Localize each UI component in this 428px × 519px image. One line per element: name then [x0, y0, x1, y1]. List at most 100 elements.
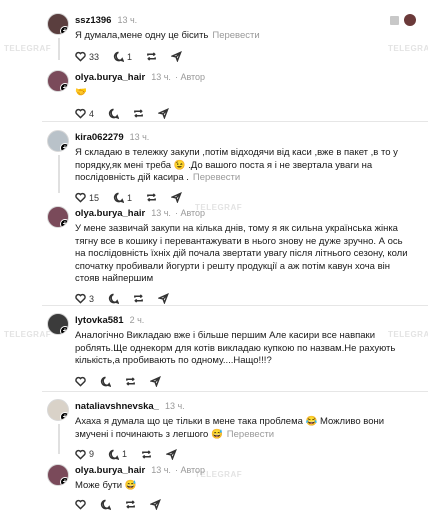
repost-button[interactable]: [133, 108, 144, 119]
reply-button[interactable]: [100, 499, 111, 510]
comment: nataliavshnevska_ 13 ч. Ахаха я думала щ…: [75, 398, 408, 460]
comment-actions: 4: [75, 108, 422, 120]
heart-icon: [75, 449, 86, 460]
like-button[interactable]: 4: [75, 108, 94, 119]
comment-actions: [75, 376, 412, 388]
share-button[interactable]: [158, 108, 169, 119]
timestamp: 13 ч.: [164, 401, 185, 411]
comment-actions: 15 1: [75, 192, 416, 204]
comment-icon: [100, 376, 111, 387]
avatar[interactable]: +: [47, 130, 69, 152]
comment: kira062279 13 ч. Я складаю в тележку зак…: [75, 129, 416, 204]
repost-button[interactable]: [125, 376, 136, 387]
repost-button[interactable]: [146, 192, 157, 203]
timestamp: 13 ч.: [117, 15, 138, 25]
repost-icon: [134, 294, 143, 303]
reply-button[interactable]: [108, 293, 120, 304]
comment-text: Я складаю в тележку закупи ,потім відход…: [75, 147, 398, 183]
like-button[interactable]: [75, 499, 86, 510]
comment-text: Ахаха я думала що це тільки в мене така …: [75, 416, 385, 440]
reply-button[interactable]: [108, 108, 120, 119]
timestamp: 2 ч.: [129, 315, 145, 325]
avatar[interactable]: +: [47, 13, 69, 35]
repost-icon: [126, 377, 135, 386]
comment-text: 🤝: [75, 87, 87, 98]
reply-button[interactable]: [100, 376, 111, 387]
share-button[interactable]: [171, 192, 182, 203]
avatar[interactable]: +: [47, 399, 69, 421]
thread-line: [58, 155, 60, 193]
reply-button[interactable]: 1: [108, 449, 127, 460]
like-button[interactable]: 15: [75, 192, 99, 203]
username[interactable]: nataliavshnevska_: [75, 401, 159, 412]
avatar[interactable]: +: [47, 464, 69, 486]
avatar[interactable]: +: [47, 313, 69, 335]
like-button[interactable]: 33: [75, 51, 99, 62]
share-button[interactable]: [150, 376, 161, 387]
comment-actions: [75, 499, 422, 511]
divider: [42, 305, 428, 306]
thread-line: [58, 38, 60, 60]
comment-icon: [108, 108, 120, 119]
comment: ssz1396 13 ч. Я думала,мене одну це біси…: [75, 12, 422, 63]
like-button[interactable]: 9: [75, 449, 94, 460]
repost-icon: [147, 193, 156, 202]
comment-icon: [108, 293, 120, 304]
share-button[interactable]: [166, 448, 177, 460]
username[interactable]: kira062279: [75, 132, 124, 143]
heart-icon: [75, 192, 86, 203]
like-button[interactable]: [75, 376, 86, 387]
like-button[interactable]: 3: [75, 293, 94, 304]
author-badge: · Автор: [174, 72, 206, 82]
comment-text: Може бути 😅: [75, 480, 137, 491]
username[interactable]: ssz1396: [75, 15, 111, 26]
share-button[interactable]: [171, 51, 182, 62]
comment-actions: 33 1: [75, 51, 422, 63]
heart-icon: [75, 293, 86, 304]
repost-button[interactable]: [133, 293, 144, 304]
username[interactable]: lytovka581: [75, 315, 124, 326]
share-button[interactable]: [150, 499, 161, 510]
author-badge: · Автор: [174, 208, 206, 218]
repost-button[interactable]: [141, 449, 152, 460]
divider: [42, 121, 428, 122]
heart-icon: [75, 108, 86, 119]
comment: lytovka581 2 ч. Аналогічно Викладаю вже …: [75, 312, 412, 388]
heart-icon: [75, 499, 86, 510]
send-icon: [150, 376, 161, 387]
comment-icon: [113, 192, 125, 203]
comment-icon: [100, 499, 111, 510]
comments-feed: + ssz1396 13 ч. Я думала,мене одну це бі…: [0, 0, 428, 519]
send-icon: [171, 192, 182, 203]
send-icon: [166, 448, 177, 460]
divider: [42, 391, 428, 392]
reply-button[interactable]: 1: [113, 51, 132, 62]
send-icon: [171, 51, 182, 62]
comment-icon: [108, 449, 120, 460]
translate-link[interactable]: Перевести: [193, 172, 240, 183]
username[interactable]: olya.burya_hair: [75, 208, 145, 219]
timestamp: 13 ч.: [151, 465, 171, 475]
translate-link[interactable]: Перевести: [227, 429, 274, 440]
avatar[interactable]: +: [47, 70, 69, 92]
send-icon: [158, 108, 169, 119]
comment-reply: olya.burya_hair 13 ч. · Автор 🤝 4: [75, 69, 422, 120]
comment-reply: olya.burya_hair 13 ч. · Автор У мене заз…: [75, 205, 414, 305]
timestamp: 13 ч.: [151, 72, 171, 82]
translate-link[interactable]: Перевести: [212, 30, 259, 41]
reply-button[interactable]: 1: [113, 192, 132, 203]
username[interactable]: olya.burya_hair: [75, 72, 145, 83]
thread-line: [58, 424, 60, 454]
repost-button[interactable]: [146, 51, 157, 62]
avatar[interactable]: +: [47, 206, 69, 228]
comment-icon: [113, 51, 125, 62]
send-icon: [150, 499, 161, 510]
comment-reply: olya.burya_hair 13 ч. · Автор Може бути …: [75, 462, 422, 511]
share-button[interactable]: [158, 293, 169, 304]
username[interactable]: olya.burya_hair: [75, 465, 145, 476]
comment-text: Я думала,мене одну це бісить Перевести: [75, 30, 260, 41]
repost-icon: [126, 500, 135, 509]
comment-actions: 9 1: [75, 448, 408, 460]
repost-icon: [134, 109, 143, 118]
repost-button[interactable]: [125, 499, 136, 510]
